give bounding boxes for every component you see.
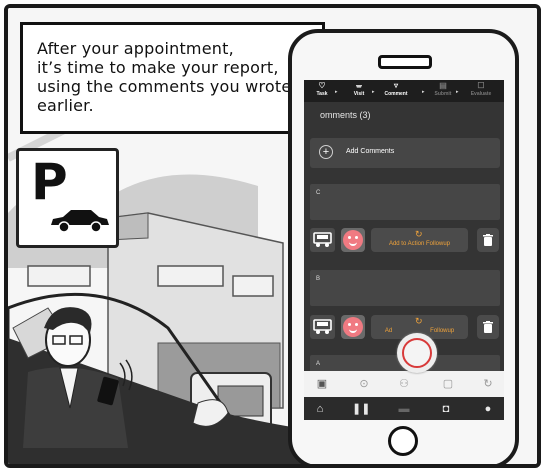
home-icon[interactable]: ⌂ <box>312 401 328 417</box>
step-arrow-icon: ▸ <box>335 89 338 95</box>
step-arrow-icon: ▸ <box>372 89 375 95</box>
trash-icon <box>483 321 493 333</box>
comments-header: omments (3) <box>320 110 371 120</box>
calendar-check-icon[interactable]: ▣ <box>314 376 330 392</box>
comment-actions: ↻ Add to Action Followup <box>304 225 504 255</box>
step-submit[interactable]: ▤ Submit <box>428 81 458 97</box>
profile-icon[interactable]: ● <box>480 401 496 417</box>
step-evaluate[interactable]: ☐ Evaluate <box>466 81 496 97</box>
comment-card-label: B <box>316 276 321 282</box>
truck-button[interactable] <box>310 228 335 252</box>
followup-icon: ↻ <box>415 316 423 326</box>
walk-icon: ᚚ <box>356 81 362 90</box>
history-icon[interactable]: ↻ <box>480 376 496 392</box>
add-to-action-followup-button[interactable]: ↻ Add to Action Followup <box>371 228 468 252</box>
footsteps-icon[interactable]: ❚❚ <box>352 401 370 417</box>
truck-icon <box>313 232 332 247</box>
map-pin-icon[interactable]: ⊙ <box>356 376 372 392</box>
submit-icon: ▤ <box>439 81 447 90</box>
plus-circle-icon: + <box>319 145 333 159</box>
step-comment[interactable]: ▿ Comment <box>381 81 411 97</box>
followup-label-end: Followup <box>430 328 455 334</box>
parking-letter: P <box>31 153 68 211</box>
step-label: Task <box>316 91 328 97</box>
parking-sign: P <box>16 148 119 248</box>
delete-button[interactable] <box>477 315 499 339</box>
caption-line: After your appointment, <box>37 39 234 58</box>
step-label: Visit <box>353 91 365 97</box>
comment-card[interactable]: B <box>310 270 500 306</box>
car-icon <box>51 210 109 233</box>
step-label: Evaluate <box>470 91 492 97</box>
smiley-icon <box>343 230 363 250</box>
comment-icon: ▿ <box>393 81 398 90</box>
comment-card[interactable]: C <box>310 184 500 220</box>
step-label: Submit <box>434 91 452 97</box>
trash-icon <box>483 234 493 246</box>
step-arrow-icon: ▸ <box>422 89 425 95</box>
step-arrow-icon: ▸ <box>456 89 459 95</box>
step-label: Comment <box>384 91 408 97</box>
phone-home-button[interactable] <box>388 426 418 456</box>
app-screen: ♡ Task ▸ ᚚ Visit ▸ ▿ Comment ▸ ▤ Submit ▸ ☐ E… <box>304 80 504 420</box>
comic-panel: After your appointment, it’s time to mak… <box>4 4 541 468</box>
bottom-nav: ⌂ ❚❚ ▬ ◘ ● <box>304 397 504 420</box>
step-visit[interactable]: ᚚ Visit <box>344 81 374 97</box>
followup-label-start: Ad <box>384 328 393 334</box>
briefcase-icon[interactable]: ◘ <box>438 401 454 417</box>
progress-steps: ♡ Task ▸ ᚚ Visit ▸ ▿ Comment ▸ ▤ Submit ▸ ☐ E… <box>304 80 504 102</box>
caption-line: it’s time to make your report, <box>37 58 279 77</box>
smartphone: ♡ Task ▸ ᚚ Visit ▸ ▿ Comment ▸ ▤ Submit ▸ ☐ E… <box>288 29 519 464</box>
comment-card-label: A <box>316 361 321 367</box>
followup-icon: ↻ <box>415 229 423 239</box>
record-button[interactable] <box>397 333 437 373</box>
followup-label: Add to Action Followup <box>388 241 451 247</box>
tab-bar: ▣ ⊙ ⚇ ▢ ↻ <box>304 371 504 397</box>
add-comments-button[interactable]: + Add Comments <box>310 138 500 168</box>
smiley-icon <box>343 317 363 337</box>
truck-button[interactable] <box>310 315 335 339</box>
caption-box: After your appointment, it’s time to mak… <box>20 22 325 134</box>
step-task[interactable]: ♡ Task <box>307 81 337 97</box>
document-icon[interactable]: ▢ <box>440 376 456 392</box>
record-icon <box>402 338 432 368</box>
caption-line: earlier. <box>37 96 94 115</box>
people-icon[interactable]: ⚇ <box>396 376 412 392</box>
caption-line: using the comments you wrote <box>37 77 292 96</box>
truck-icon <box>313 319 332 334</box>
phone-speaker <box>378 55 432 69</box>
smiley-button[interactable] <box>341 315 365 339</box>
comment-card-label: C <box>316 190 321 196</box>
add-comments-label: Add Comments <box>346 148 395 155</box>
chat-icon[interactable]: ▬ <box>396 401 412 417</box>
smiley-button[interactable] <box>341 228 365 252</box>
task-icon: ♡ <box>318 81 326 90</box>
evaluate-icon: ☐ <box>477 81 485 90</box>
delete-button[interactable] <box>477 228 499 252</box>
